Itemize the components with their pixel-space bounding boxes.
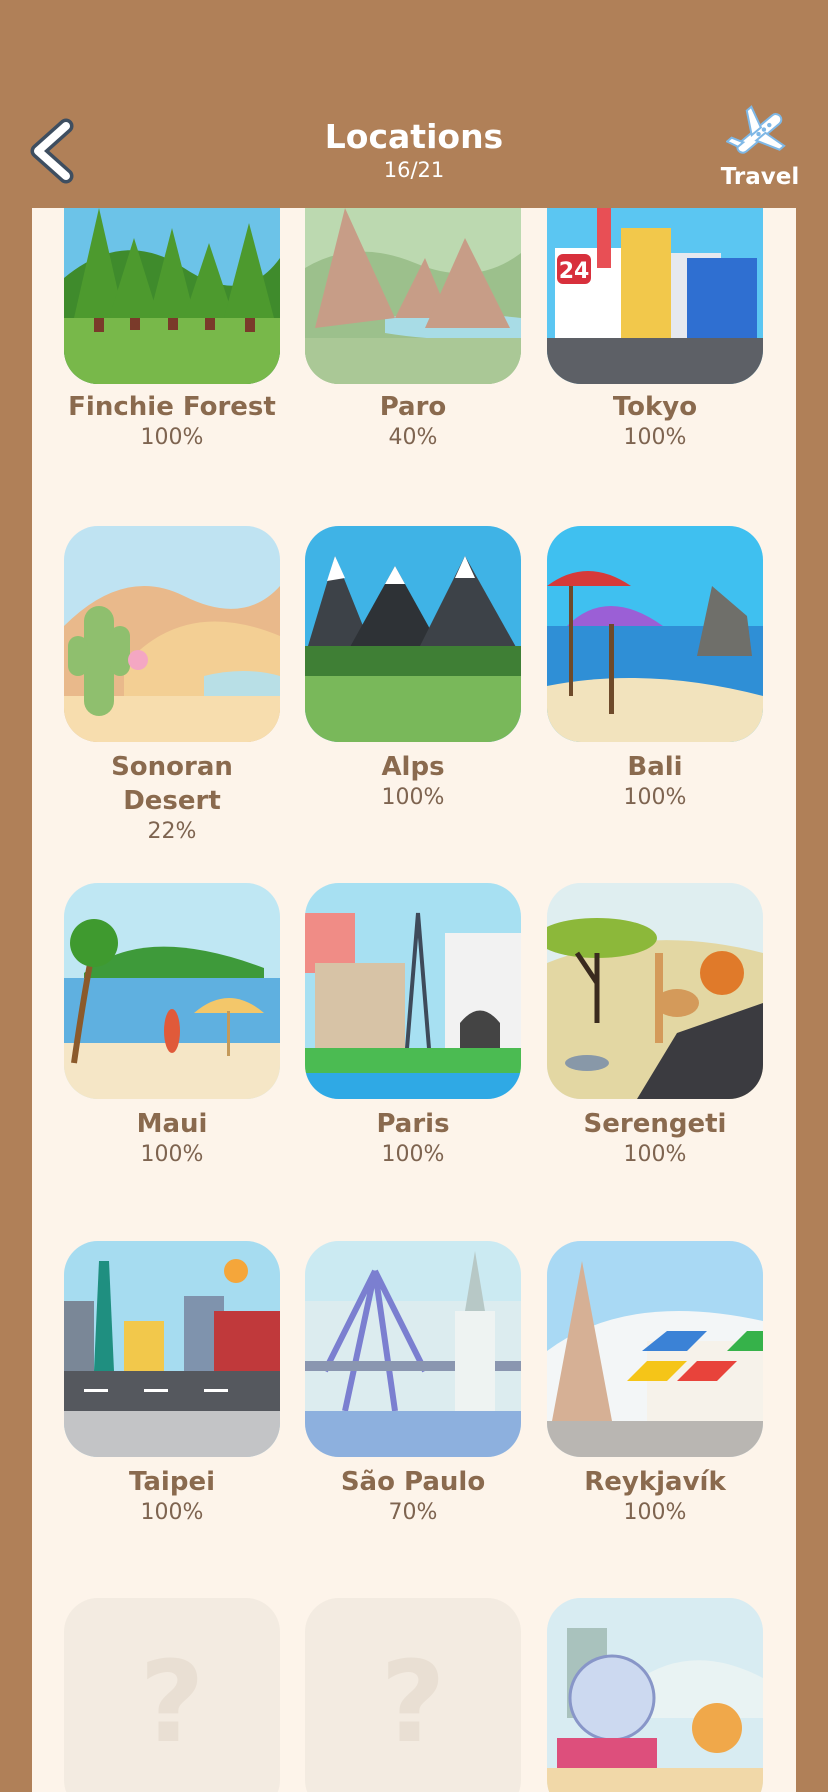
location-card-alps[interactable]: Alps 100% — [305, 526, 521, 826]
location-image-city-dome — [547, 1598, 763, 1792]
location-image-serengeti — [547, 883, 763, 1099]
location-percent: 100% — [381, 1142, 445, 1167]
location-image-paro — [305, 208, 521, 384]
location-image-reykjavik — [547, 1241, 763, 1457]
location-card-maui[interactable]: Maui 100% — [64, 883, 280, 1183]
location-card-reykjavik[interactable]: Reykjavík 100% — [547, 1241, 763, 1541]
location-image-sonoran-desert — [64, 526, 280, 742]
travel-label: Travel — [720, 164, 800, 190]
question-mark-icon: ? — [139, 1638, 205, 1768]
location-progress: 16/21 — [383, 158, 445, 182]
location-name: Alps — [381, 752, 445, 782]
location-percent: 100% — [140, 1500, 204, 1525]
location-image-maui — [64, 883, 280, 1099]
location-name: Tokyo — [612, 392, 698, 422]
location-image-paris — [305, 883, 521, 1099]
location-card-finchie-forest[interactable]: Finchie Forest 100% — [64, 208, 280, 450]
location-percent: 22% — [147, 819, 197, 844]
location-card-sao-paulo[interactable]: São Paulo 70% — [305, 1241, 521, 1541]
location-percent: 100% — [140, 1142, 204, 1167]
location-name: Paro — [379, 392, 447, 422]
location-image-sao-paulo — [305, 1241, 521, 1457]
location-image-bali — [547, 526, 763, 742]
svg-text:24: 24 — [559, 259, 590, 284]
location-percent: 100% — [623, 785, 687, 810]
location-name: Sonoran Desert — [111, 752, 233, 816]
locked-location-tile: ? — [305, 1598, 521, 1792]
page-title: Locations — [324, 117, 504, 156]
location-name: Paris — [376, 1109, 450, 1139]
location-percent: 70% — [388, 1500, 438, 1525]
airplane-icon — [726, 105, 786, 154]
location-name: Maui — [136, 1109, 208, 1139]
location-image-tokyo: 24 — [547, 208, 763, 384]
location-card-paro[interactable]: Paro 40% — [305, 208, 521, 450]
location-name: Finchie Forest — [68, 392, 276, 422]
location-image-finchie-forest — [64, 208, 280, 384]
location-card-locked[interactable]: ? — [305, 1598, 521, 1792]
location-percent: 100% — [623, 1500, 687, 1525]
travel-button[interactable]: Travel — [710, 104, 810, 190]
location-card-paris[interactable]: Paris 100% — [305, 883, 521, 1183]
location-percent: 100% — [140, 425, 204, 450]
location-image-taipei — [64, 1241, 280, 1457]
location-card-sonoran-desert[interactable]: Sonoran Desert 22% — [64, 526, 280, 856]
location-name: Reykjavík — [584, 1467, 726, 1497]
locked-location-tile: ? — [64, 1598, 280, 1792]
location-card-taipei[interactable]: Taipei 100% — [64, 1241, 280, 1541]
location-name: São Paulo — [340, 1467, 486, 1497]
locations-grid: Finchie Forest 100% Paro 40% 24 Tokyo 10… — [32, 208, 796, 1792]
header-bar: Locations 16/21 Travel — [0, 0, 828, 208]
location-name: Serengeti — [583, 1109, 727, 1139]
location-card-serengeti[interactable]: Serengeti 100% — [547, 883, 763, 1183]
location-card-unnamed[interactable] — [547, 1598, 763, 1792]
location-card-locked[interactable]: ? — [64, 1598, 280, 1792]
location-name: Taipei — [129, 1467, 215, 1497]
location-card-bali[interactable]: Bali 100% — [547, 526, 763, 826]
location-percent: 100% — [623, 425, 687, 450]
location-name: Bali — [627, 752, 683, 782]
question-mark-icon: ? — [380, 1638, 446, 1768]
location-image-alps — [305, 526, 521, 742]
location-percent: 100% — [381, 785, 445, 810]
location-card-tokyo[interactable]: 24 Tokyo 100% — [547, 208, 763, 450]
location-percent: 100% — [623, 1142, 687, 1167]
location-percent: 40% — [388, 425, 438, 450]
